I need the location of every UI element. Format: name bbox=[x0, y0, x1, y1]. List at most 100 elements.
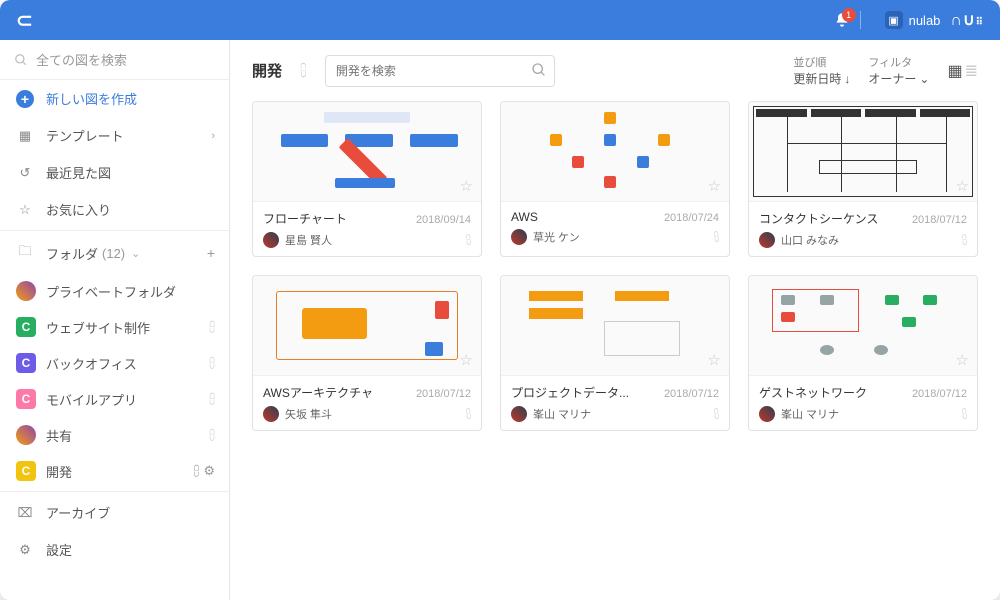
folder-search-input[interactable] bbox=[325, 55, 555, 87]
folder-label: バックオフィス bbox=[46, 354, 137, 373]
grid-view-icon[interactable]: ▦ bbox=[947, 61, 962, 81]
owner-avatar bbox=[759, 406, 775, 422]
card-title: ゲストネットワーク bbox=[759, 384, 867, 401]
folder-private[interactable]: プライベートフォルダ bbox=[0, 273, 229, 309]
chevron-down-icon: ⌄ bbox=[919, 72, 929, 86]
favorite-button[interactable]: ☆ bbox=[708, 351, 721, 369]
card-title: フローチャート bbox=[263, 210, 347, 227]
folder-item[interactable]: 共有⩉ bbox=[0, 417, 229, 453]
owner-avatar bbox=[511, 229, 527, 245]
favorite-button[interactable]: ☆ bbox=[460, 351, 473, 369]
notifications-button[interactable]: 1 bbox=[834, 12, 850, 28]
folder-item[interactable]: C 開発 ⩉⚙ bbox=[0, 453, 229, 489]
app-logo[interactable]: ⊂ bbox=[16, 8, 33, 33]
nav-settings[interactable]: ⚙ 設定 bbox=[0, 531, 229, 568]
nav-recent[interactable]: ↺ 最近見た図 bbox=[0, 154, 229, 191]
search-icon bbox=[14, 53, 28, 67]
gear-icon[interactable]: ⚙ bbox=[203, 463, 215, 479]
card-title: AWS bbox=[511, 210, 538, 224]
create-label: 新しい図を作成 bbox=[46, 89, 137, 108]
filter-control[interactable]: フィルタ オーナー ⌄ bbox=[868, 54, 929, 87]
template-icon: ▦ bbox=[14, 128, 36, 144]
view-toggle[interactable]: ▦ ≣ bbox=[947, 61, 978, 81]
sort-control[interactable]: 並び順 更新日時 ↓ bbox=[793, 54, 850, 87]
card-date: 2018/07/12 bbox=[416, 388, 471, 400]
card-title: プロジェクトデータ... bbox=[511, 384, 629, 401]
folder-label: 開発 bbox=[46, 462, 72, 481]
members-icon: ⩉ bbox=[962, 408, 967, 421]
card-thumbnail: ☆ bbox=[501, 276, 729, 376]
diagram-card[interactable]: ☆AWS2018/07/24草光 ケン⩉ bbox=[500, 101, 730, 257]
owner-avatar bbox=[263, 406, 279, 422]
folder-search[interactable] bbox=[325, 55, 555, 87]
favorite-button[interactable]: ☆ bbox=[956, 351, 969, 369]
apps-button[interactable]: ▣ nulab bbox=[885, 11, 951, 29]
owner-name: 峯山 マリナ bbox=[533, 406, 591, 422]
sort-arrow-icon: ↓ bbox=[844, 72, 850, 86]
archive-icon: ⌧ bbox=[14, 505, 36, 521]
nulab-logo-icon[interactable]: ∩∪⠿ bbox=[950, 10, 984, 30]
main-panel: 開発 ⩉ 並び順 更新日時 ↓ フィルタ オーナー ⌄ bbox=[230, 40, 1000, 600]
nav-archive[interactable]: ⌧ アーカイブ bbox=[0, 494, 229, 531]
folder-item[interactable]: Cウェブサイト制作⩉ bbox=[0, 309, 229, 345]
owner-name: 山口 みなみ bbox=[781, 232, 839, 248]
card-date: 2018/09/14 bbox=[416, 214, 471, 226]
owner-name: 草光 ケン bbox=[533, 229, 580, 245]
folder-color-icon: C bbox=[16, 461, 36, 481]
members-icon: ⩉ bbox=[962, 234, 967, 247]
list-view-icon[interactable]: ≣ bbox=[965, 61, 978, 81]
share-icon[interactable]: ⩉ bbox=[300, 62, 307, 79]
avatar-icon bbox=[16, 425, 36, 445]
sliders-icon: ⚙ bbox=[14, 542, 36, 558]
global-search[interactable]: 全ての図を検索 bbox=[0, 40, 229, 80]
favorite-button[interactable]: ☆ bbox=[460, 177, 473, 195]
card-date: 2018/07/12 bbox=[664, 388, 719, 400]
diagram-grid: ☆フローチャート2018/09/14星島 賢人⩉☆AWS2018/07/24草光… bbox=[230, 101, 1000, 600]
card-date: 2018/07/12 bbox=[912, 388, 967, 400]
members-icon: ⩉ bbox=[193, 463, 199, 479]
app-window: ⊂ 1 ▣ nulab ∩∪⠿ 全ての図を検索 + 新しい図を作成 ▦ テン bbox=[0, 0, 1000, 600]
owner-avatar bbox=[759, 232, 775, 248]
members-icon: ⩉ bbox=[714, 231, 719, 244]
brand-name: nulab bbox=[909, 13, 941, 28]
history-icon: ↺ bbox=[14, 165, 36, 181]
nav-favorites[interactable]: ☆ お気に入り bbox=[0, 191, 229, 228]
folder-color-icon: C bbox=[16, 317, 36, 337]
card-thumbnail: ☆ bbox=[501, 102, 729, 202]
folder-label: ウェブサイト制作 bbox=[46, 318, 150, 337]
card-title: AWSアーキテクチャ bbox=[263, 384, 373, 401]
folder-label: モバイルアプリ bbox=[46, 390, 137, 409]
members-icon: ⩉ bbox=[209, 427, 215, 443]
create-diagram-button[interactable]: + 新しい図を作成 bbox=[0, 80, 229, 117]
nav-templates[interactable]: ▦ テンプレート › bbox=[0, 117, 229, 154]
main-header: 開発 ⩉ 並び順 更新日時 ↓ フィルタ オーナー ⌄ bbox=[230, 40, 1000, 101]
chevron-right-icon: › bbox=[211, 130, 215, 142]
card-thumbnail: ☆ bbox=[253, 276, 481, 376]
page-title: 開発 bbox=[252, 60, 282, 81]
card-thumbnail: ☆ bbox=[749, 276, 977, 376]
search-icon bbox=[531, 62, 547, 83]
sidebar: 全ての図を検索 + 新しい図を作成 ▦ テンプレート › ↺ 最近見た図 ☆ お… bbox=[0, 40, 230, 600]
members-icon: ⩉ bbox=[466, 234, 471, 247]
diagram-card[interactable]: ☆AWSアーキテクチャ2018/07/12矢坂 隼斗⩉ bbox=[252, 275, 482, 431]
diagram-card[interactable]: ☆ フローチャート 2018/09/14 星島 賢人 ⩉ bbox=[252, 101, 482, 257]
favorite-button[interactable]: ☆ bbox=[956, 177, 969, 195]
folder-item[interactable]: C バックオフィス ⩉ bbox=[0, 345, 229, 381]
owner-name: 峯山 マリナ bbox=[781, 406, 839, 422]
folder-icon: 🗀 bbox=[14, 242, 36, 264]
diagram-card[interactable]: ☆ コンタクトシーケンス 2018/07/12 山口 みなみ ⩉ bbox=[748, 101, 978, 257]
folder-item[interactable]: C モバイルアプリ ⩉ bbox=[0, 381, 229, 417]
card-date: 2018/07/12 bbox=[912, 214, 967, 226]
favorite-button[interactable]: ☆ bbox=[708, 177, 721, 195]
owner-avatar bbox=[511, 406, 527, 422]
members-icon: ⩉ bbox=[209, 355, 215, 371]
owner-name: 星島 賢人 bbox=[285, 232, 332, 248]
nav-folders[interactable]: 🗀 フォルダ (12) ⌄ + bbox=[0, 233, 229, 273]
members-icon: ⩉ bbox=[209, 391, 215, 407]
folder-color-icon: C bbox=[16, 353, 36, 373]
card-title: コンタクトシーケンス bbox=[759, 210, 878, 227]
diagram-card[interactable]: ☆ ゲストネットワーク 2018/07/12 峯山 マリナ ⩉ bbox=[748, 275, 978, 431]
add-folder-button[interactable]: + bbox=[207, 245, 215, 261]
diagram-card[interactable]: ☆プロジェクトデータ...2018/07/12峯山 マリナ⩉ bbox=[500, 275, 730, 431]
folder-color-icon: C bbox=[16, 389, 36, 409]
